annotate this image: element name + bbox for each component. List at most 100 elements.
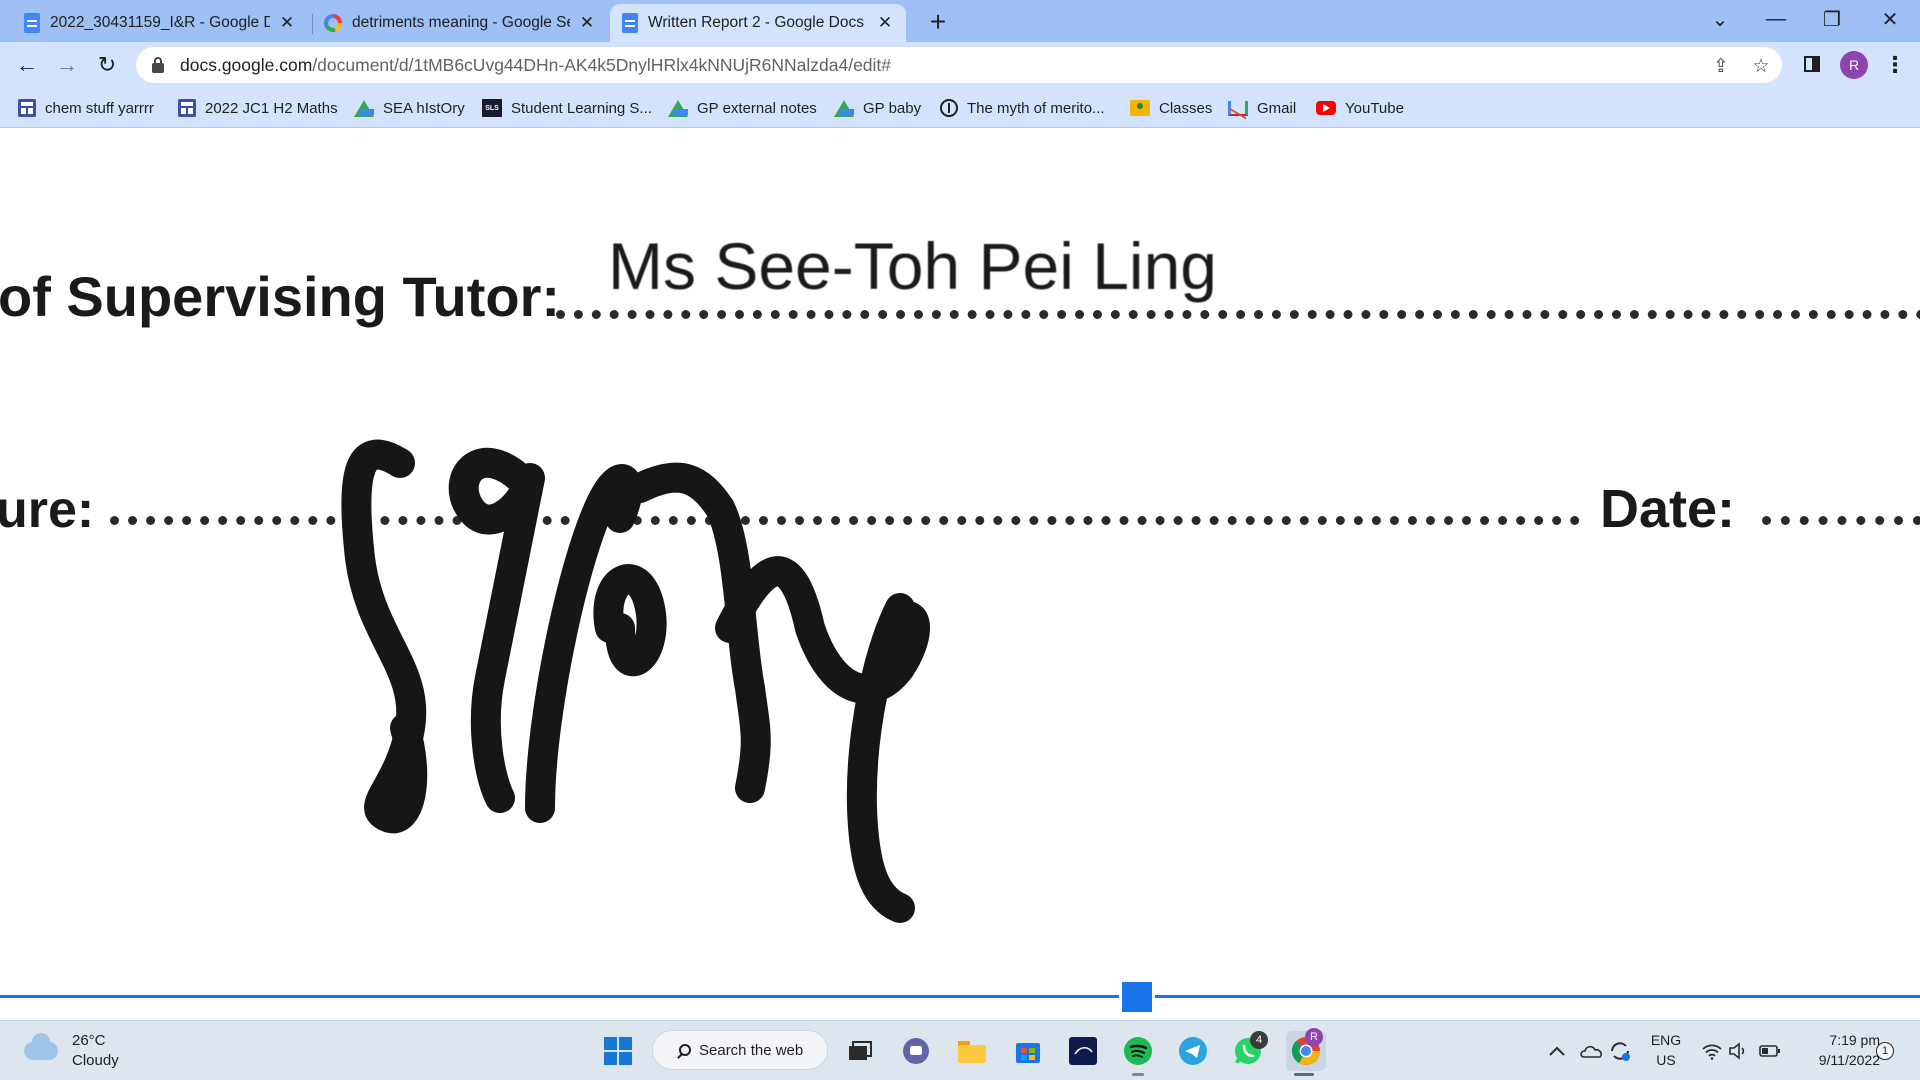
bookmark-gp-external-notes[interactable]: GP external notes <box>668 97 817 119</box>
address-bar[interactable]: docs.google.com/document/d/1tMB6cUvg44DH… <box>136 47 1782 83</box>
drive-icon <box>354 99 374 117</box>
google-icon <box>324 14 342 32</box>
menu-kebab-icon[interactable]: ⋮ <box>1880 50 1910 80</box>
bookmark-star-icon[interactable]: ☆ <box>1750 55 1772 77</box>
telegram-icon[interactable] <box>1175 1033 1211 1069</box>
tab-title: Written Report 2 - Google Docs <box>648 14 864 31</box>
youtube-icon <box>1316 101 1336 115</box>
tab-written-report[interactable]: Written Report 2 - Google Docs ✕ <box>610 4 906 42</box>
lock-icon[interactable] <box>152 56 164 73</box>
notification-badge[interactable]: 1 <box>1876 1042 1894 1060</box>
sls-icon: SLS <box>482 99 502 117</box>
minimize-button[interactable]: — <box>1748 0 1804 38</box>
bookmark-label: YouTube <box>1345 99 1404 117</box>
url-path: /document/d/1tMB6cUvg44DHn-AK4k5DnylHRlx… <box>312 54 892 75</box>
circle-icon <box>940 99 958 117</box>
forward-button[interactable]: → <box>52 50 82 80</box>
file-explorer-icon[interactable] <box>954 1033 990 1069</box>
bookmark-label: GP external notes <box>697 99 817 117</box>
windows-start-icon[interactable] <box>604 1037 632 1065</box>
clock[interactable]: 7:19 pm 9/11/2022 <box>1784 1030 1880 1070</box>
close-icon[interactable]: ✕ <box>278 13 296 32</box>
tab-google-search[interactable]: detriments meaning - Google Search ✕ <box>312 4 608 42</box>
language-line-2: US <box>1656 1052 1676 1068</box>
disney-plus-icon[interactable] <box>1065 1033 1101 1069</box>
browser-toolbar: ← → ↻ docs.google.com/document/d/1tMB6cU… <box>0 42 1920 88</box>
new-tab-button[interactable]: + <box>922 6 954 38</box>
date-label: Date: <box>1600 479 1736 539</box>
tab-title: 2022_30431159_I&R - Google Docs <box>50 14 270 31</box>
bookmark-myth-of-meritocracy[interactable]: The myth of merito... <box>940 97 1105 119</box>
cloud-icon <box>24 1033 58 1060</box>
bookmark-label: Student Learning S... <box>511 99 652 117</box>
battery-icon[interactable] <box>1756 1033 1784 1069</box>
drive-icon <box>668 99 688 117</box>
bookmark-label: 2022 JC1 H2 Maths <box>205 99 338 117</box>
side-panel-icon[interactable] <box>1804 56 1820 72</box>
chrome-running-indicator <box>1294 1073 1314 1076</box>
bookmark-sea-history[interactable]: SEA hIstOry <box>354 97 465 119</box>
close-window-button[interactable]: ✕ <box>1862 0 1918 38</box>
tab-title: detriments meaning - Google Search <box>352 14 570 31</box>
sheet-icon <box>178 99 196 117</box>
weather-temp: 26°C <box>72 1032 106 1049</box>
restore-button[interactable]: ❐ <box>1804 0 1860 38</box>
tab-i-and-r-doc[interactable]: 2022_30431159_I&R - Google Docs ✕ <box>12 4 308 42</box>
handwritten-signature <box>341 439 930 923</box>
teams-chat-icon[interactable] <box>898 1033 934 1069</box>
bookmark-gmail[interactable]: Gmail <box>1228 97 1296 119</box>
drive-icon <box>834 99 854 117</box>
url-host: docs.google.com <box>180 54 313 75</box>
close-icon[interactable]: ✕ <box>578 13 596 32</box>
screen: 2022_30431159_I&R - Google Docs ✕ detrim… <box>0 0 1920 1080</box>
taskbar-search[interactable]: Search the web <box>652 1030 828 1070</box>
share-icon[interactable]: ⇪ <box>1710 55 1732 77</box>
chevron-up-icon[interactable] <box>1543 1033 1571 1069</box>
bookmark-gp-baby[interactable]: GP baby <box>834 97 921 119</box>
close-icon[interactable]: ✕ <box>876 13 894 32</box>
task-view-icon[interactable] <box>842 1033 878 1069</box>
back-button[interactable]: ← <box>12 50 42 80</box>
bookmark-label: chem stuff yarrrr <box>45 99 154 117</box>
bookmark-h2-maths[interactable]: 2022 JC1 H2 Maths <box>178 97 338 119</box>
bookmark-student-learning-space[interactable]: SLS Student Learning S... <box>482 97 652 119</box>
whatsapp-badge: 4 <box>1250 1031 1268 1049</box>
tab-search-chevron-icon[interactable]: ⌄ <box>1692 0 1748 38</box>
clock-time: 7:19 pm <box>1829 1032 1880 1048</box>
document-canvas[interactable]: of Supervising Tutor: Ms See-Toh Pei Lin… <box>0 128 1920 998</box>
horizontal-scroll-track <box>0 995 1920 998</box>
spotify-running-indicator <box>1132 1073 1144 1076</box>
bookmark-chem-stuff[interactable]: chem stuff yarrrr <box>18 97 154 119</box>
tutor-name: Ms See-Toh Pei Ling <box>608 229 1217 303</box>
docs-icon <box>622 13 638 33</box>
sync-icon[interactable] <box>1605 1033 1635 1069</box>
url-text[interactable]: docs.google.com/document/d/1tMB6cUvg44DH… <box>180 55 891 76</box>
scroll-handle[interactable] <box>1119 979 1155 1015</box>
reload-button[interactable]: ↻ <box>92 50 122 80</box>
weather-desc: Cloudy <box>72 1052 119 1069</box>
sheet-icon <box>18 99 36 117</box>
search-icon <box>679 1044 691 1056</box>
onedrive-icon[interactable] <box>1577 1033 1607 1069</box>
microsoft-store-icon[interactable] <box>1010 1033 1046 1069</box>
signature-label: ure: <box>0 481 95 539</box>
language-indicator[interactable]: ENG US <box>1648 1030 1684 1070</box>
profile-avatar[interactable]: R <box>1840 51 1868 79</box>
bookmark-label: Gmail <box>1257 99 1297 117</box>
clock-date: 9/11/2022 <box>1818 1052 1880 1068</box>
bookmark-label: SEA hIstOry <box>383 99 465 117</box>
classroom-icon <box>1130 100 1150 116</box>
weather-widget[interactable]: 26°C Cloudy <box>24 1031 119 1071</box>
tab-strip: 2022_30431159_I&R - Google Docs ✕ detrim… <box>0 0 1920 42</box>
chrome-profile-badge: R <box>1305 1028 1323 1046</box>
windows-taskbar: 26°C Cloudy Search the web 4 R ENG US 7:… <box>0 1020 1920 1080</box>
volume-icon[interactable] <box>1724 1033 1752 1069</box>
language-line-1: ENG <box>1650 1032 1682 1048</box>
bookmarks-bar: chem stuff yarrrr 2022 JC1 H2 Maths SEA … <box>0 88 1920 128</box>
bookmark-youtube[interactable]: YouTube <box>1316 97 1404 119</box>
gmail-icon <box>1228 100 1248 116</box>
spotify-icon[interactable] <box>1120 1033 1156 1069</box>
bookmark-label: Classes <box>1159 99 1213 117</box>
bookmark-classes[interactable]: Classes <box>1130 97 1212 119</box>
wifi-icon[interactable] <box>1698 1033 1726 1069</box>
